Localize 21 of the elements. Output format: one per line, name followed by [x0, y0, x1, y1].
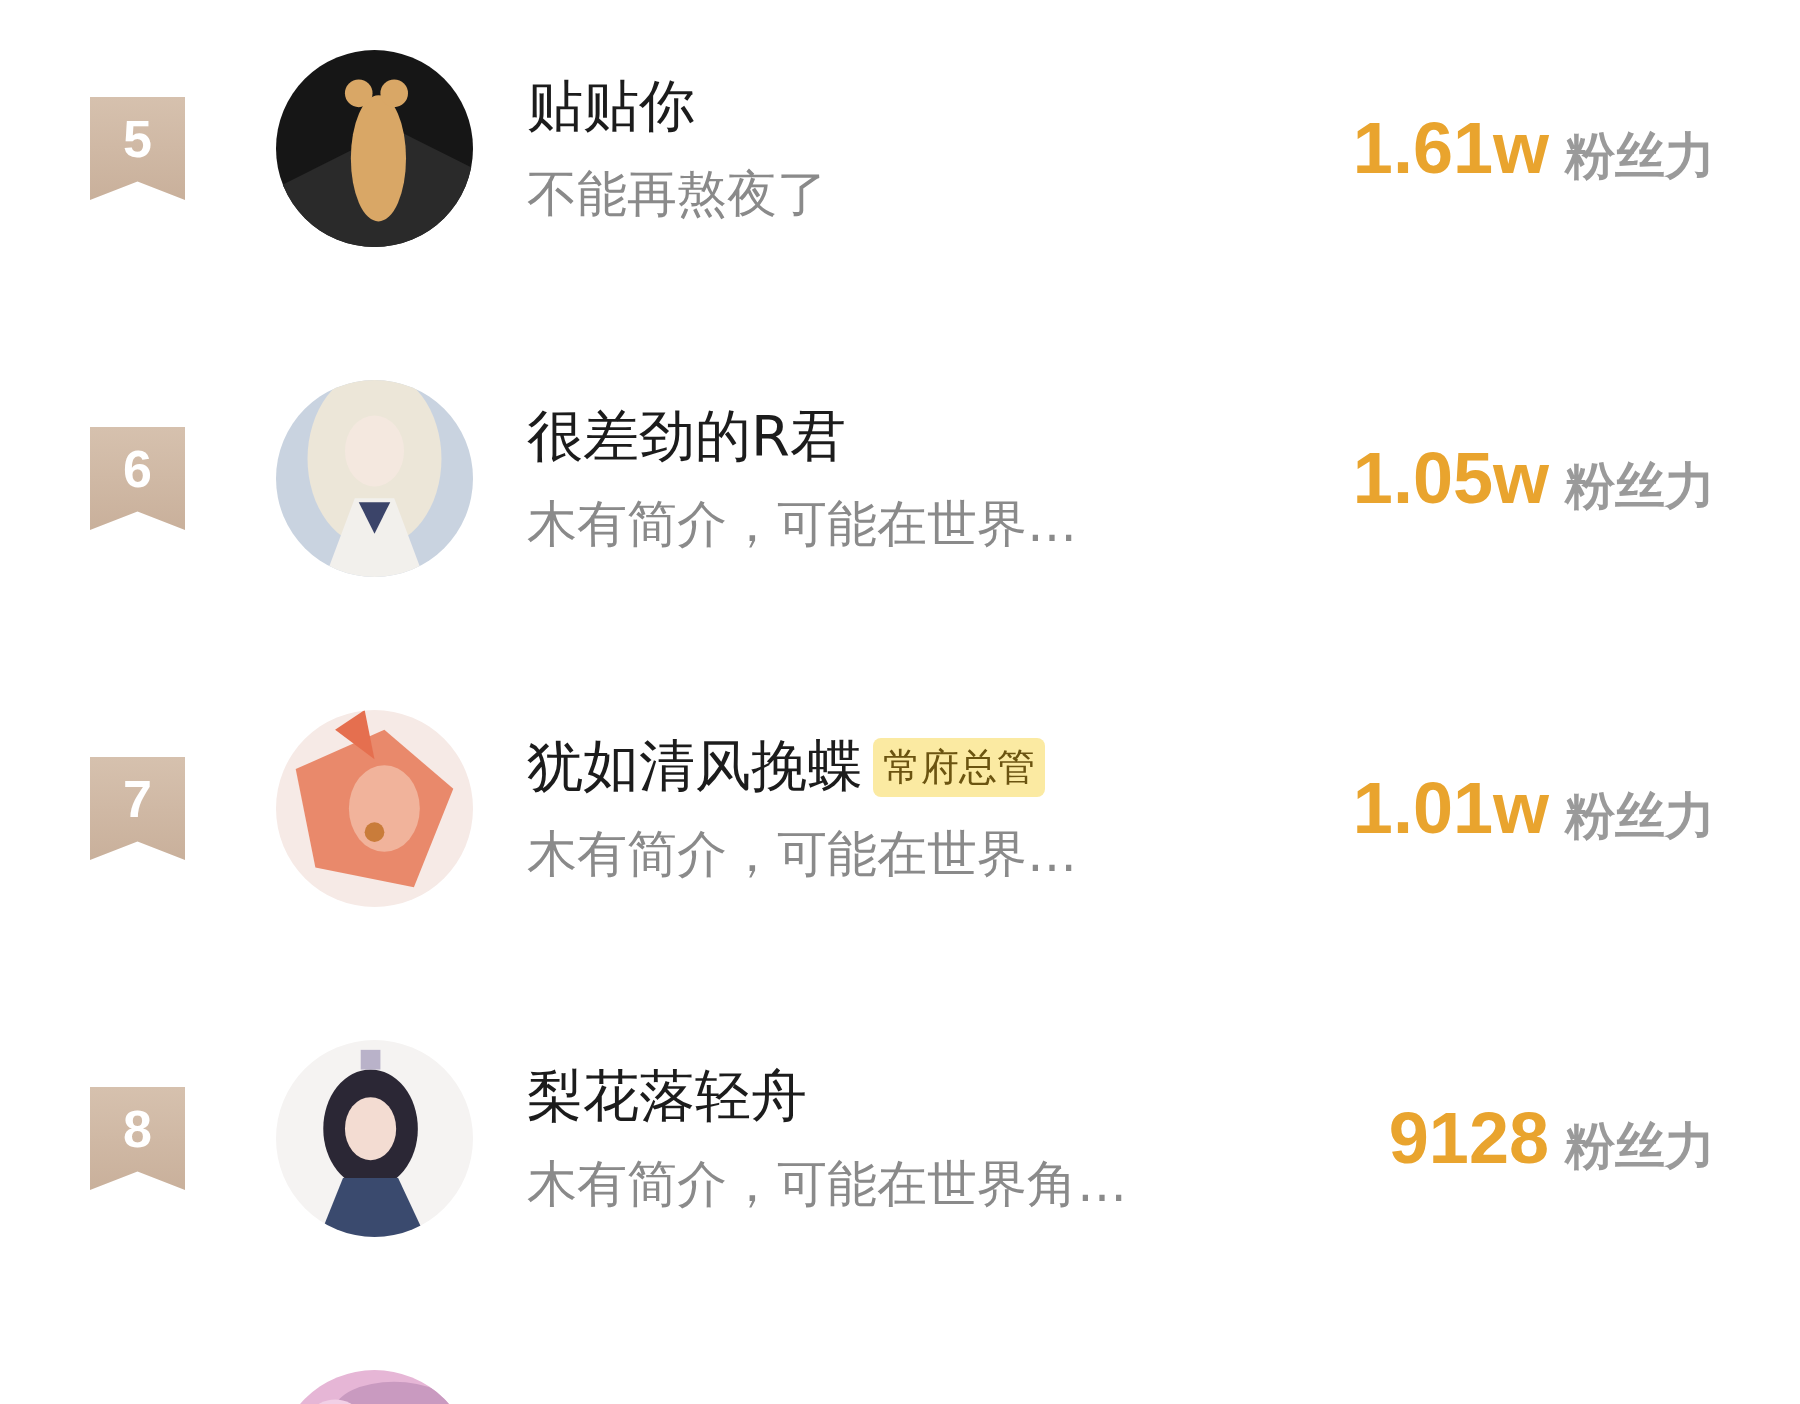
score-label: 粉丝力: [1565, 126, 1715, 187]
rank-badge: 8: [90, 1087, 185, 1190]
score-label: 粉丝力: [1565, 456, 1715, 517]
fan-score: 9128: [1388, 1097, 1549, 1179]
user-bio: 不能再熬夜了: [527, 164, 828, 225]
rank-badge: 7: [90, 757, 185, 860]
score-label: 粉丝力: [1565, 786, 1715, 847]
user-bio: 木有简介，可能在世界…: [527, 824, 1078, 885]
rank-badge: 6: [90, 427, 185, 530]
fan-score: 1.05w: [1352, 437, 1549, 519]
user-name: 很差劲的R君: [527, 402, 846, 470]
rank-badge: 5: [90, 97, 185, 200]
fan-score: 1.01w: [1352, 767, 1549, 849]
fan-score: 1.61w: [1352, 107, 1549, 189]
title-tag: 常府总管: [873, 737, 1045, 797]
user-bio: 木有简介，可能在世界角…: [527, 1154, 1128, 1215]
score-label: 粉丝力: [1565, 1116, 1715, 1177]
user-name: 梨花落轻舟: [527, 1062, 807, 1130]
user-name: 贴贴你: [527, 72, 695, 140]
user-bio: 木有简介，可能在世界…: [527, 494, 1078, 555]
user-name: 犹如清风挽蝶: [527, 732, 863, 800]
